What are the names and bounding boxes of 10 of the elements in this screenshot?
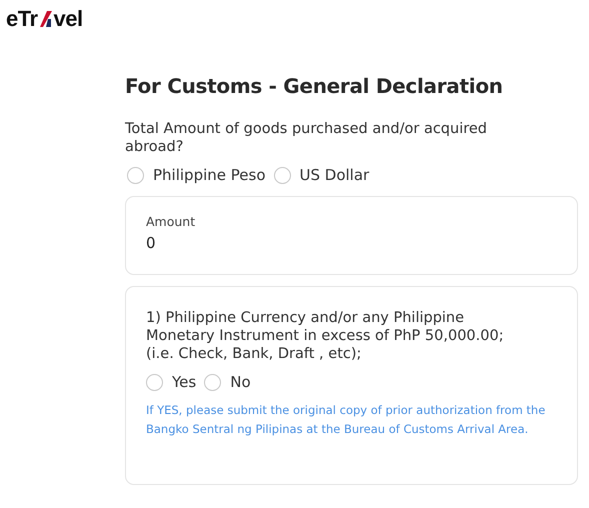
- page-title: For Customs - General Declaration: [125, 74, 504, 98]
- etravel-logo: eTr vel: [6, 6, 83, 32]
- note-text: If YES, please submit the original copy of prior authorization from the Bangko Sentral ng Pilipinas at the Bureau of Customs Arrival Area.: [146, 402, 546, 438]
- radio-option[interactable]: Yes: [146, 373, 196, 391]
- radio-option[interactable]: Philippine Peso: [127, 166, 266, 184]
- radio-option[interactable]: No: [204, 373, 251, 391]
- question-text: Total Amount of goods purchased and/or acquired abroad?: [125, 120, 488, 156]
- radio-option[interactable]: US Dollar: [274, 166, 370, 184]
- amount-field[interactable]: Amount 0: [125, 196, 578, 275]
- question-text: 1) Philippine Currency and/or any Philippine Monetary Instrument in excess of PhP 50,000.00; (i.e. Check, Bank, Draft , etc);: [146, 309, 505, 363]
